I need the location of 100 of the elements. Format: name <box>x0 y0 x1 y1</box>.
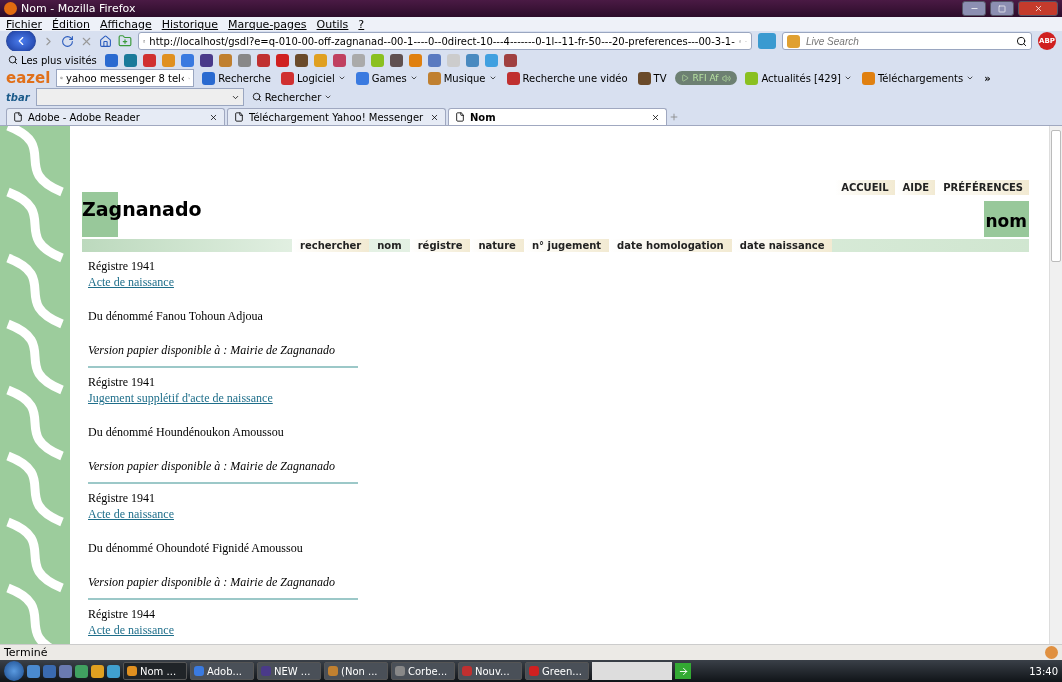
bookmark-folder[interactable]: Les plus visités <box>6 54 99 66</box>
toolbar-button[interactable]: Recherche <box>200 71 273 85</box>
quick-launch-icon[interactable] <box>43 664 56 678</box>
bookmark-icon[interactable] <box>104 53 118 67</box>
toolbar-icon <box>355 71 369 85</box>
search-icon <box>251 92 262 102</box>
volume-icon[interactable] <box>722 73 732 83</box>
toolbar-button[interactable]: Recherche une vidéo <box>504 71 630 85</box>
new-folder-button[interactable] <box>118 34 132 48</box>
home-button[interactable] <box>99 34 112 48</box>
toolbar-button[interactable]: Logiciel <box>278 71 348 85</box>
person-text: Du dénommé Ohoundoté Fignidé Amoussou <box>88 540 304 556</box>
bookmark-icon[interactable] <box>180 53 194 67</box>
menu-item[interactable]: Historique <box>161 17 219 31</box>
scrollbar[interactable] <box>1049 126 1062 644</box>
nav-tab[interactable]: nom <box>369 239 410 252</box>
menu-item[interactable]: Édition <box>51 17 90 31</box>
nav-tab[interactable]: nature <box>470 239 524 252</box>
nav-tab[interactable]: date naissance <box>731 239 833 252</box>
bookmark-icon[interactable] <box>427 53 441 67</box>
toolbar-button[interactable]: TV <box>635 71 669 85</box>
availability-text: Version papier disponible à : Mairie de Zagnanado <box>88 342 336 358</box>
close-icon[interactable] <box>651 112 660 122</box>
browser-tab[interactable]: Adobe - Adobe Reader <box>6 108 225 125</box>
document-link[interactable]: Acte de naissance <box>88 506 358 522</box>
dropdown-icon <box>337 74 346 82</box>
menu-item[interactable]: ? <box>358 17 365 31</box>
quick-launch-icon[interactable] <box>91 664 104 678</box>
bookmark-icon[interactable] <box>294 53 308 67</box>
dropdown-icon <box>488 74 497 82</box>
search-combo[interactable]: yahoo messenger 8 tel‹ <box>56 69 195 87</box>
status-text: Terminé <box>4 646 48 659</box>
quick-launch-icon[interactable] <box>27 664 40 678</box>
nav-tab[interactable]: rechercher <box>292 239 370 252</box>
maximize-button[interactable] <box>990 1 1014 16</box>
bookmark-icon[interactable] <box>503 53 517 67</box>
taskbar-button[interactable]: (Non ... <box>324 662 388 680</box>
bookmark-icon[interactable] <box>142 53 156 67</box>
toolbar-button[interactable]: Actualités [429] <box>743 71 854 85</box>
quick-launch-icon[interactable] <box>75 664 88 678</box>
url-text: http://localhost/gsdl?e=q-010-00-off-zagnanad--00-1----0--0direct-10---4-------0-1l--11-fr-50---20-preferences---00-3-1- <box>149 35 735 47</box>
search-box[interactable]: Live Search <box>782 32 1032 50</box>
quick-launch-icon[interactable] <box>59 664 72 678</box>
taskbar-button[interactable]: Nom ... <box>123 662 187 680</box>
person-text: Du dénommé Fanou Tohoun Adjoua <box>88 308 264 324</box>
close-icon[interactable] <box>209 112 218 122</box>
search-button[interactable]: Rechercher <box>249 91 335 103</box>
minimize-button[interactable] <box>962 1 986 16</box>
taskbar-button[interactable]: Nouv... <box>458 662 522 680</box>
document-link[interactable]: Acte de naissance <box>88 622 358 638</box>
address-bar[interactable]: http://localhost/gsdl?e=q-010-00-off-zagnanad--00-1----0--0direct-10---4-------0-1l--11-fr-50---20-preferences---00-3-1- <box>138 32 752 50</box>
start-button[interactable] <box>4 661 24 681</box>
back-button[interactable] <box>6 31 36 51</box>
register-text: Régistre 1941 <box>88 258 156 274</box>
nav-tab[interactable]: régistre <box>409 239 471 252</box>
bookmark-icon[interactable] <box>332 53 346 67</box>
document-link[interactable]: Jugement supplétif d'acte de naissance <box>88 390 358 406</box>
document-link[interactable]: Acte de naissance <box>88 274 358 290</box>
bookmark-icon[interactable] <box>256 53 270 67</box>
toolbar-button[interactable]: Téléchargements <box>859 71 977 85</box>
taskbar-button[interactable]: NEW ... <box>257 662 321 680</box>
reload-button[interactable] <box>61 34 74 48</box>
menu-item[interactable]: Fichier <box>6 17 42 31</box>
search-field[interactable]: Live Search <box>804 34 1012 48</box>
menu-item[interactable]: Marque-pages <box>228 17 307 31</box>
taskbar-button[interactable]: Adob... <box>190 662 254 680</box>
toolbar-icon <box>861 71 875 85</box>
tbar-logo[interactable]: tbar <box>6 91 30 103</box>
overflow-button[interactable]: » <box>982 72 993 84</box>
magnifier-icon <box>8 55 18 65</box>
register-text: Régistre 1941 <box>88 490 156 506</box>
close-icon <box>1033 4 1043 13</box>
nav-tab[interactable]: date homologation <box>609 239 732 252</box>
bookmark-icon[interactable] <box>389 53 403 67</box>
search-icon[interactable] <box>1016 35 1027 47</box>
clock: 13:40 <box>1029 665 1058 677</box>
dropdown-icon <box>409 74 418 82</box>
quick-launch-icon[interactable] <box>107 664 120 678</box>
toolbar-icon <box>427 71 441 85</box>
toolbar-button[interactable]: Musique <box>425 71 499 85</box>
bookmark-icon[interactable] <box>123 53 137 67</box>
search-value: yahoo messenger 8 tel‹ <box>66 72 185 84</box>
dropdown-icon <box>966 74 975 82</box>
toolbar-icon <box>637 71 651 85</box>
taskbar-button[interactable]: Green... <box>525 662 589 680</box>
nav-tab[interactable]: n° jugement <box>523 239 610 252</box>
menu-item[interactable]: Outils <box>316 17 349 31</box>
availability-text: Version papier disponible à : Mairie de Zagnanado <box>88 574 336 590</box>
page-title: nom <box>983 201 1029 237</box>
maximize-icon <box>998 4 1006 13</box>
toolbar-button[interactable]: Games <box>353 71 420 85</box>
close-icon[interactable] <box>430 112 439 122</box>
play-icon[interactable] <box>680 74 689 82</box>
bookmark-icon[interactable] <box>275 53 289 67</box>
taskbar-button[interactable]: Corbe... <box>391 662 455 680</box>
browser-tab[interactable]: Nom <box>448 108 667 125</box>
browser-tab[interactable]: Téléchargement Yahoo! Messenger <box>227 108 446 125</box>
status-icon[interactable] <box>1045 646 1058 659</box>
bookmark-icon[interactable] <box>199 53 213 67</box>
menu-item[interactable]: Affichage <box>100 17 152 31</box>
